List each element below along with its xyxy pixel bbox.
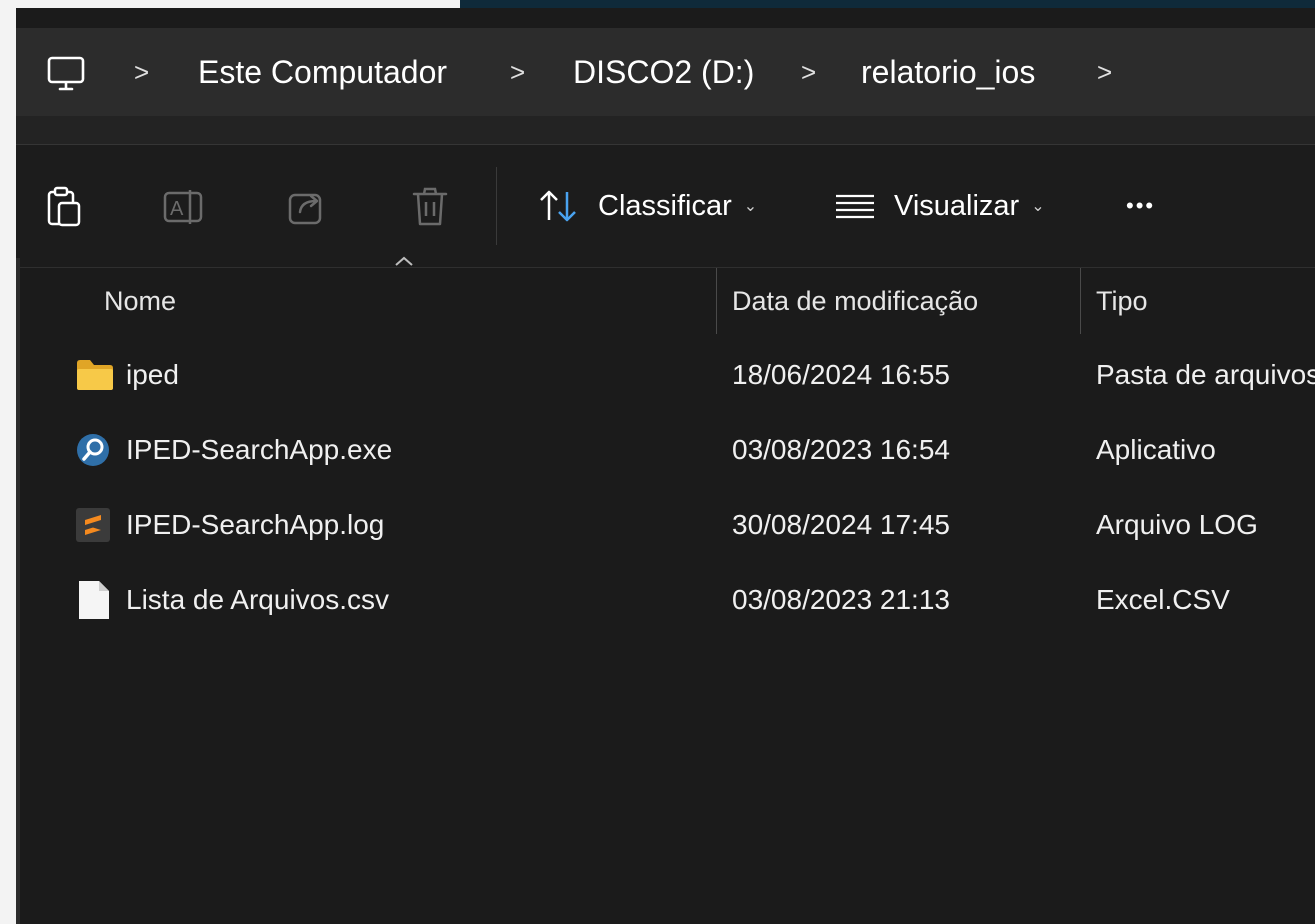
address-bar[interactable]: > Este Computador > DISCO2 (D:) > relato… bbox=[16, 28, 1315, 116]
column-header-modified[interactable]: Data de modificação bbox=[732, 268, 978, 334]
left-edge bbox=[0, 8, 16, 924]
file-type: Aplicativo bbox=[1096, 434, 1216, 465]
paste-icon[interactable] bbox=[42, 185, 86, 229]
svg-text:A: A bbox=[170, 198, 184, 220]
view-button[interactable]: Visualizar ⌄ bbox=[834, 173, 1045, 239]
toolbar-divider bbox=[496, 167, 497, 245]
file-modified: 03/08/2023 16:54 bbox=[732, 434, 950, 465]
share-icon[interactable] bbox=[284, 185, 328, 229]
chevron-down-icon: ⌄ bbox=[743, 198, 758, 215]
breadcrumb-item-disco2[interactable]: DISCO2 (D:) bbox=[573, 28, 754, 116]
more-options-button[interactable]: ••• bbox=[1126, 173, 1155, 239]
delete-icon[interactable] bbox=[408, 185, 452, 229]
file-modified: 30/08/2024 17:45 bbox=[732, 509, 950, 540]
desktop-strip bbox=[460, 0, 1315, 8]
file-row-searchapp-log[interactable]: IPED-SearchApp.log 30/08/2024 17:45 Arqu… bbox=[16, 488, 1315, 562]
folder-icon bbox=[76, 357, 114, 393]
sublime-log-icon bbox=[74, 507, 112, 543]
address-strip bbox=[16, 116, 1315, 145]
command-bar: A Classificar ⌄ Visualizar ⌄ ••• bbox=[16, 145, 1315, 268]
column-divider[interactable] bbox=[716, 268, 717, 334]
file-name: iped bbox=[126, 359, 179, 390]
file-modified: 18/06/2024 16:55 bbox=[732, 359, 950, 390]
file-row-iped[interactable]: iped 18/06/2024 16:55 Pasta de arquivos bbox=[16, 338, 1315, 412]
file-row-csv[interactable]: Lista de Arquivos.csv 03/08/2023 21:13 E… bbox=[16, 563, 1315, 637]
document-icon bbox=[76, 580, 114, 620]
chevron-down-icon: ⌄ bbox=[1031, 198, 1045, 215]
breadcrumb-separator[interactable]: > bbox=[510, 28, 525, 116]
column-divider[interactable] bbox=[1080, 268, 1081, 334]
file-row-searchapp-exe[interactable]: IPED-SearchApp.exe 03/08/2023 16:54 Apli… bbox=[16, 413, 1315, 487]
sort-icon bbox=[538, 188, 580, 224]
sort-button[interactable]: Classificar ⌄ bbox=[538, 173, 757, 239]
computer-icon[interactable] bbox=[46, 54, 86, 94]
file-modified: 03/08/2023 21:13 bbox=[732, 584, 950, 615]
file-name: IPED-SearchApp.exe bbox=[126, 434, 393, 465]
file-name: Lista de Arquivos.csv bbox=[126, 584, 390, 615]
breadcrumb-separator[interactable]: > bbox=[134, 28, 149, 116]
sort-ascending-icon bbox=[392, 254, 416, 268]
file-type: Pasta de arquivos bbox=[1096, 359, 1315, 390]
rename-icon[interactable]: A bbox=[162, 185, 206, 229]
background-strip bbox=[0, 0, 460, 8]
breadcrumb-item-este-computador[interactable]: Este Computador bbox=[198, 28, 447, 116]
file-explorer-window: > Este Computador > DISCO2 (D:) > relato… bbox=[16, 8, 1315, 924]
view-label: Visualizar bbox=[894, 189, 1020, 222]
file-type: Excel.CSV bbox=[1096, 584, 1230, 615]
search-app-icon bbox=[74, 432, 112, 468]
breadcrumb-separator[interactable]: > bbox=[1097, 28, 1112, 116]
breadcrumb-separator[interactable]: > bbox=[801, 28, 816, 116]
file-name: IPED-SearchApp.log bbox=[126, 509, 385, 540]
breadcrumb-item-relatorio-ios[interactable]: relatorio_ios bbox=[861, 28, 1035, 116]
file-type: Arquivo LOG bbox=[1096, 509, 1258, 540]
sort-label: Classificar bbox=[598, 189, 732, 222]
view-list-icon bbox=[834, 191, 876, 221]
column-header-type[interactable]: Tipo bbox=[1096, 268, 1148, 334]
column-header-name[interactable]: Nome bbox=[104, 268, 176, 334]
